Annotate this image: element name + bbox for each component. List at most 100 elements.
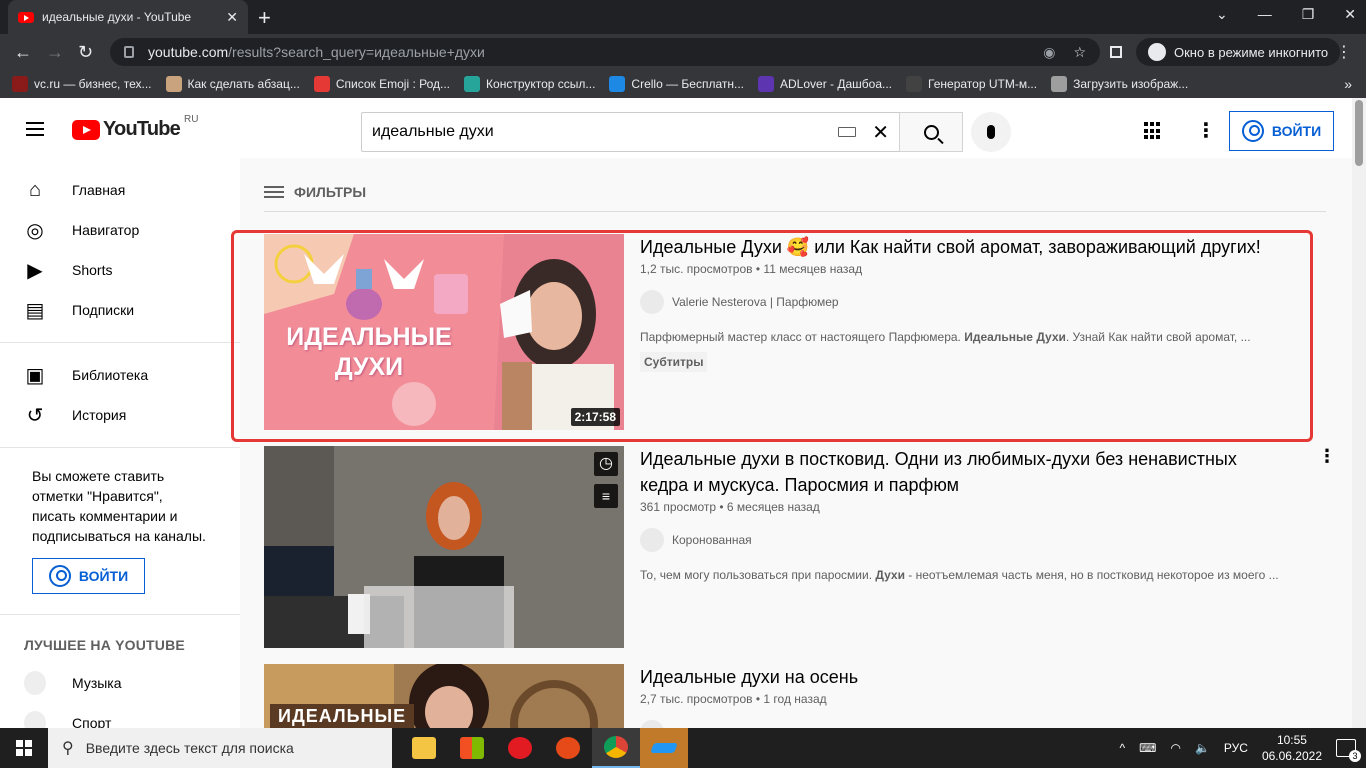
search-input[interactable]: идеальные духи ✕ (361, 112, 899, 152)
hamburger-menu-icon[interactable] (26, 122, 44, 140)
minimize-button[interactable]: — (1258, 6, 1272, 23)
filter-icon (264, 184, 284, 200)
pinned-app[interactable] (640, 728, 688, 768)
bookmark-label: Список Emoji : Род... (335, 77, 451, 91)
clock-date: 06.06.2022 (1261, 749, 1322, 763)
language-indicator[interactable]: РУС (1224, 741, 1248, 755)
home-icon: ⌂ (28, 178, 42, 201)
video-thumbnail[interactable]: ИДЕАЛЬНЫЕ (264, 664, 624, 728)
filters-button[interactable]: ФИЛЬТРЫ (264, 184, 366, 200)
incognito-badge[interactable]: Окно в режиме инкогнито (1136, 38, 1341, 66)
search-button[interactable] (899, 112, 963, 152)
video-title[interactable]: Идеальные духи в постковид. Одни из люби… (640, 446, 1290, 498)
video-menu-icon[interactable]: ⋮ (1318, 446, 1336, 467)
sidebar-item-library[interactable]: ▣ Библиотека (0, 355, 240, 395)
video-thumbnail[interactable]: ИДЕАЛЬНЫЕ ДУХИ 2:17:58 (264, 234, 624, 430)
keyboard-icon[interactable] (838, 127, 857, 137)
clock[interactable]: 10:55 06.06.2022 (1262, 732, 1322, 764)
video-title[interactable]: Идеальные Духи 🥰 или Как найти свой аром… (640, 234, 1290, 260)
incognito-area: Окно в режиме инкогнито (1110, 38, 1341, 66)
yandex-app[interactable] (544, 728, 592, 768)
channel-avatar[interactable] (640, 528, 664, 552)
bookmark-item[interactable]: Как сделать абзац... (165, 76, 300, 92)
video-result[interactable]: ИДЕАЛЬНЫЕ Идеальные духи на осень 2,7 ты… (264, 664, 1324, 728)
wifi-icon[interactable]: ◠ (1170, 741, 1180, 755)
settings-menu-icon[interactable]: ⋮ (1196, 118, 1216, 143)
logo-text: YouTube (103, 118, 181, 140)
best-of-item[interactable]: Музыка (0, 663, 240, 703)
tab-title: идеальные духи - YouTube (42, 10, 192, 24)
upload-age: 1 год назад (763, 692, 827, 706)
maximize-button[interactable]: ❐ (1302, 6, 1315, 23)
reading-mode-icon[interactable] (1110, 46, 1122, 58)
opera-app[interactable] (496, 728, 544, 768)
sidebar-signin-button[interactable]: ВОЙТИ (32, 558, 145, 594)
keyboard-tray-icon[interactable]: ⌨ (1139, 741, 1156, 755)
youtube-header: YouTube RU идеальные духи ✕ ⋮ ВОЙТИ (0, 98, 1352, 158)
view-count: 1,2 тыс. просмотров (640, 262, 753, 276)
sidebar-item-subscriptions[interactable]: ▤ Подписки (0, 290, 240, 330)
reload-button[interactable]: ↻ (78, 42, 93, 63)
channel-row[interactable]: Valerie Nesterova | Парфюмер (640, 290, 1324, 314)
start-button[interactable] (0, 728, 48, 768)
address-bar-row: ← → ↻ youtube.com/results?search_query=и… (0, 34, 1366, 70)
sidebar-item-shorts[interactable]: ▶ Shorts (0, 250, 240, 290)
sidebar-divider (0, 614, 240, 615)
browser-tab[interactable]: идеальные духи - YouTube ✕ (8, 0, 248, 34)
channel-row[interactable]: Коронованная (640, 528, 1324, 552)
bookmark-favicon-icon (906, 76, 923, 92)
back-button[interactable]: ← (14, 42, 32, 63)
bookmark-item[interactable]: Crello — Бесплатн... (609, 76, 744, 92)
bookmark-item[interactable]: Конструктор ссыл... (464, 76, 595, 92)
apps-grid-icon[interactable] (1144, 122, 1162, 140)
tab-close-icon[interactable]: ✕ (226, 9, 238, 26)
bookmark-item[interactable]: vc.ru — бизнес, тех... (12, 76, 152, 92)
watch-later-icon[interactable]: ◷ (594, 452, 618, 476)
eye-off-icon[interactable]: ◉ (1043, 44, 1055, 61)
video-thumbnail[interactable]: ◷ ≡ (264, 446, 624, 648)
voice-search-button[interactable] (971, 112, 1011, 152)
channel-avatar[interactable] (640, 720, 664, 728)
tray-chevron-icon[interactable]: ^ (1120, 741, 1126, 755)
add-to-queue-icon[interactable]: ≡ (594, 484, 618, 508)
bookmark-item[interactable]: Загрузить изображ... (1051, 76, 1188, 92)
bookmark-item[interactable]: Список Emoji : Род... (313, 76, 451, 92)
close-window-button[interactable]: ✕ (1344, 6, 1356, 23)
omnibox[interactable]: youtube.com/results?search_query=идеальн… (110, 38, 1100, 66)
sidebar-item-label: Подписки (72, 302, 135, 318)
video-result[interactable]: ◷ ≡ Идеальные духи в постковид. Одни из … (264, 446, 1336, 648)
bookmarks-overflow-icon[interactable]: » (1344, 76, 1352, 92)
store-app[interactable] (448, 728, 496, 768)
channel-avatar[interactable] (640, 290, 664, 314)
bookmark-item[interactable]: ADLover - Дашбоа... (758, 76, 892, 92)
signin-button[interactable]: ВОЙТИ (1229, 111, 1334, 151)
best-of-item[interactable]: Спорт (0, 703, 240, 728)
youtube-logo[interactable]: YouTube RU (72, 114, 198, 141)
notifications-button[interactable]: 3 (1336, 739, 1361, 762)
desc-bold: Духи (875, 568, 905, 582)
scrollbar-thumb[interactable] (1355, 100, 1363, 166)
forward-button[interactable]: → (46, 42, 64, 63)
volume-icon[interactable]: 🔈 (1195, 741, 1210, 755)
bookmark-favicon-icon (758, 76, 775, 92)
search-icon (923, 124, 939, 140)
file-explorer-app[interactable] (400, 728, 448, 768)
channel-row[interactable] (640, 720, 1324, 728)
video-title[interactable]: Идеальные духи на осень (640, 664, 1290, 690)
chrome-menu-icon[interactable]: ⋮ (1336, 42, 1352, 62)
chevron-down-icon[interactable]: ⌄ (1216, 6, 1228, 23)
channel-name[interactable]: Коронованная (672, 533, 752, 547)
sidebar-item-history[interactable]: ↺ История (0, 395, 240, 435)
chrome-app[interactable] (592, 728, 640, 768)
clear-search-icon[interactable]: ✕ (872, 120, 889, 145)
sidebar-item-home[interactable]: ⌂ Главная (0, 170, 240, 210)
page-scrollbar[interactable] (1352, 98, 1366, 728)
bookmark-item[interactable]: Генератор UTM-м... (906, 76, 1037, 92)
account-icon (48, 565, 71, 587)
video-result[interactable]: ИДЕАЛЬНЫЕ ДУХИ 2:17:58 Идеальные Духи 🥰 … (264, 234, 1324, 430)
sidebar-item-compass[interactable]: ◎ Навигатор (0, 210, 240, 250)
new-tab-button[interactable]: + (258, 5, 271, 31)
star-icon[interactable]: ☆ (1073, 44, 1086, 61)
channel-name[interactable]: Valerie Nesterova | Парфюмер (672, 295, 839, 309)
taskbar-search-input[interactable]: ⚲ Введите здесь текст для поиска (48, 728, 392, 768)
